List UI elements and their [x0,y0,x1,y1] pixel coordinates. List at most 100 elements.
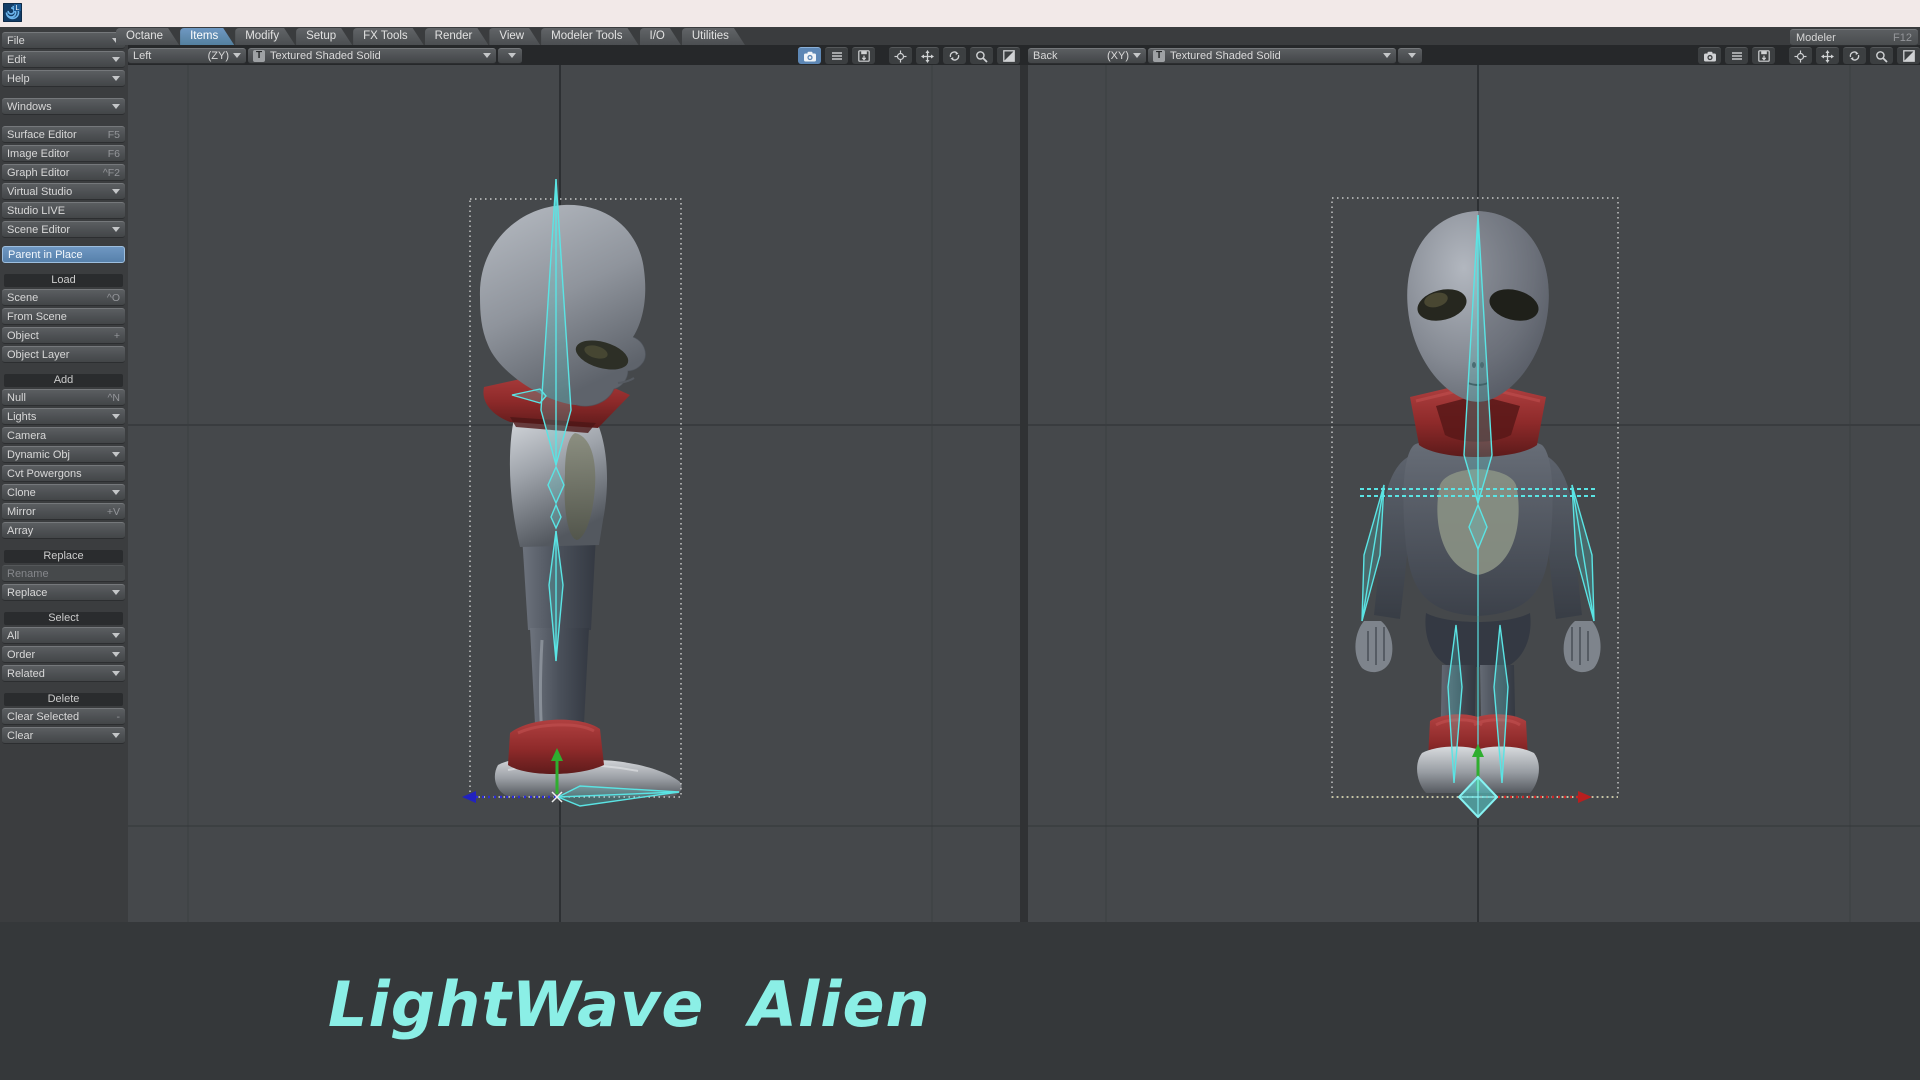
center-crosshair-icon [894,50,907,62]
virtual-studio-button[interactable]: Virtual Studio [2,183,125,200]
right-viewport-canvas[interactable] [1028,65,1920,922]
tab-io[interactable]: I/O [640,28,681,45]
menu-edit[interactable]: Edit [2,51,125,68]
left-viewport-menu-button[interactable] [825,47,848,64]
scene-editor-button[interactable]: Scene Editor [2,221,125,238]
chevron-down-icon [1408,53,1416,58]
delete-clear-selected-button[interactable]: Clear Selected - [2,708,125,725]
load-scene-button[interactable]: Scene ^O [2,289,125,306]
lightwave-layout-window: L File Edit Help Windows Surface Editor F… [0,0,1920,1080]
parent-in-place-button[interactable]: Parent in Place [2,246,125,263]
section-header-load: Load [4,274,123,287]
tab-setup[interactable]: Setup [296,28,352,45]
load-object-layer-button[interactable]: Object Layer [2,346,125,363]
select-order-button[interactable]: Order [2,646,125,663]
viewport-area [128,65,1920,922]
chevron-down-icon [112,590,120,595]
chevron-down-icon [508,53,516,58]
left-rotate-view-button[interactable] [943,47,966,64]
chevron-down-icon [112,76,120,81]
left-viewport-toolbar: Left (ZY) T Textured Shaded Solid [128,45,1020,65]
texture-mode-icon: T [253,49,265,62]
add-null-button[interactable]: Null ^N [2,389,125,406]
tab-modify[interactable]: Modify [235,28,295,45]
chevron-down-icon [112,189,120,194]
replace-replace-button[interactable]: Replace [2,584,125,601]
chevron-down-icon [112,227,120,232]
rotate-arrows-icon [949,51,960,61]
left-maximize-viewport-button[interactable] [997,47,1020,64]
magnifier-icon [1876,50,1888,63]
menu-file[interactable]: File [2,32,125,49]
camera-icon [803,51,816,61]
tab-bar: Octane Items Modify Setup FX Tools Rende… [128,27,1920,46]
chevron-down-icon [112,490,120,495]
add-array-button[interactable]: Array [2,522,125,539]
chevron-down-icon [1383,53,1391,58]
load-from-scene-button[interactable]: From Scene [2,308,125,325]
chevron-down-icon [233,53,241,58]
surface-editor-button[interactable]: Surface Editor F5 [2,126,125,143]
menu-windows[interactable]: Windows [2,98,125,115]
chevron-down-icon [112,104,120,109]
right-viewport-menu-button[interactable] [1725,47,1748,64]
save-icon [857,50,870,62]
right-rotate-view-button[interactable] [1843,47,1866,64]
magnifier-icon [976,50,988,63]
right-camera-view-button[interactable] [1698,47,1721,64]
add-camera-button[interactable]: Camera [2,427,125,444]
right-save-view-button[interactable] [1752,47,1775,64]
left-viewport-options-dropdown[interactable] [498,47,522,64]
delete-clear-button[interactable]: Clear [2,727,125,744]
tab-view[interactable]: View [489,28,540,45]
add-cvt-powergons-button[interactable]: Cvt Powergons [2,465,125,482]
left-shade-mode-dropdown[interactable]: T Textured Shaded Solid [248,47,496,64]
tab-octane[interactable]: Octane [116,28,179,45]
chevron-down-icon [112,671,120,676]
left-view-type-dropdown[interactable]: Left (ZY) [128,47,246,64]
alien-model-side-view[interactable] [479,204,682,797]
studio-live-button[interactable]: Studio LIVE [2,202,125,219]
replace-rename-button: Rename [2,565,125,582]
sidebar: File Edit Help Windows Surface Editor F5 … [0,27,128,922]
right-viewport-options-dropdown[interactable] [1398,47,1422,64]
svg-text:L: L [16,5,20,12]
graph-editor-button[interactable]: Graph Editor ^F2 [2,164,125,181]
chevron-down-icon [1133,53,1141,58]
tab-utilities[interactable]: Utilities [682,28,745,45]
rotate-arrows-icon [1849,51,1860,61]
left-camera-view-button[interactable] [798,47,821,64]
caption-text: LightWave Alien [328,968,931,1041]
maximize-icon [1902,50,1915,62]
left-center-item-button[interactable] [889,47,912,64]
right-shade-mode-dropdown[interactable]: T Textured Shaded Solid [1148,47,1396,64]
right-zoom-view-button[interactable] [1870,47,1893,64]
tab-modeler-tools[interactable]: Modeler Tools [541,28,638,45]
left-zoom-view-button[interactable] [970,47,993,64]
left-save-view-button[interactable] [852,47,875,64]
chevron-down-icon [112,733,120,738]
add-dynamic-obj-button[interactable]: Dynamic Obj [2,446,125,463]
center-crosshair-icon [1794,50,1807,62]
right-maximize-viewport-button[interactable] [1897,47,1920,64]
tab-fx-tools[interactable]: FX Tools [353,28,424,45]
pivot-axes[interactable] [1332,744,1618,819]
switch-to-modeler-button[interactable]: Modeler F12 [1790,29,1918,46]
tab-items[interactable]: Items [180,28,234,45]
menu-help[interactable]: Help [2,70,125,87]
left-viewport-canvas[interactable] [128,65,1020,922]
add-lights-button[interactable]: Lights [2,408,125,425]
right-center-item-button[interactable] [1789,47,1812,64]
tab-render[interactable]: Render [425,28,489,45]
load-object-button[interactable]: Object + [2,327,125,344]
list-icon [831,52,842,60]
add-clone-button[interactable]: Clone [2,484,125,501]
select-all-button[interactable]: All [2,627,125,644]
right-view-type-dropdown[interactable]: Back (XY) [1028,47,1146,64]
maximize-icon [1002,50,1015,62]
right-pan-view-button[interactable] [1816,47,1839,64]
image-editor-button[interactable]: Image Editor F6 [2,145,125,162]
select-related-button[interactable]: Related [2,665,125,682]
add-mirror-button[interactable]: Mirror +V [2,503,125,520]
left-pan-view-button[interactable] [916,47,939,64]
